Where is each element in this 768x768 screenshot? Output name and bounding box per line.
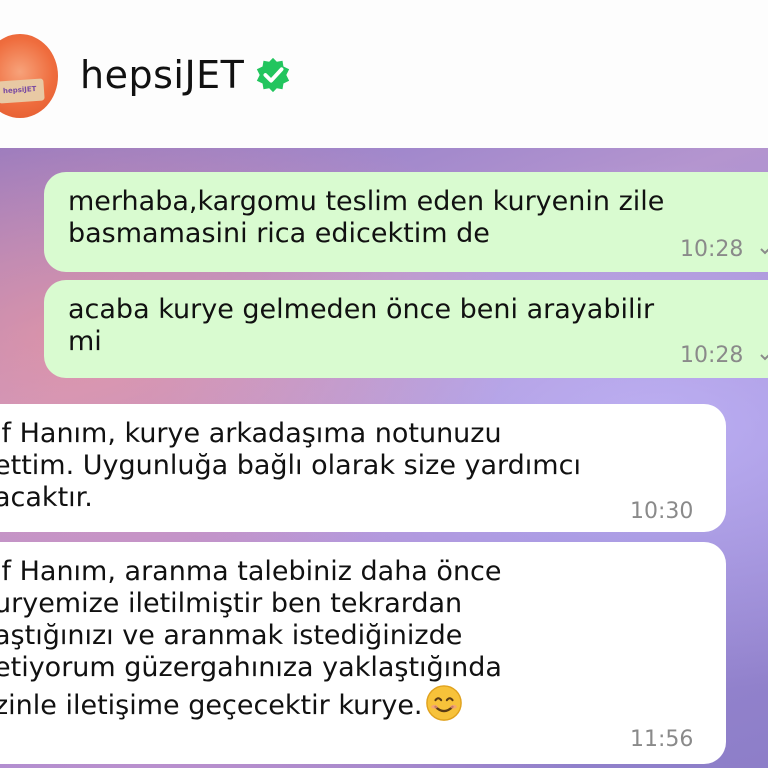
parcel-box-icon [0,78,45,104]
contact-avatar[interactable] [0,34,58,118]
incoming-message[interactable]: if Hanım, kurye arkadaşıma notunuzu etti… [0,404,726,532]
message-time: 10:28 [680,343,744,368]
smiling-face-icon [425,685,462,721]
sent-check-icon [760,248,768,255]
contact-title-group[interactable]: hepsiJET [80,52,292,98]
message-text: merhaba,kargomu teslim eden kuryenin zil… [68,186,665,249]
message-time: 10:30 [630,499,694,524]
message-text: if Hanım, aranma talebiniz daha önce ury… [0,556,702,722]
message-time: 10:28 [680,237,744,262]
incoming-message[interactable]: if Hanım, aranma talebiniz daha önce ury… [0,542,726,764]
verified-badge-icon [257,57,290,93]
outgoing-message[interactable]: merhaba,kargomu teslim eden kuryenin zil… [44,172,768,272]
chat-header: hepsiJET [0,0,768,148]
message-text: if Hanım, kurye arkadaşıma notunuzu etti… [0,418,581,513]
message-text: acaba kurye gelmeden önce beni arayabili… [68,294,655,357]
sent-check-icon [760,354,768,361]
contact-name: hepsiJET [80,53,245,97]
message-time: 11:56 [630,727,694,752]
outgoing-message[interactable]: acaba kurye gelmeden önce beni arayabili… [44,280,768,378]
